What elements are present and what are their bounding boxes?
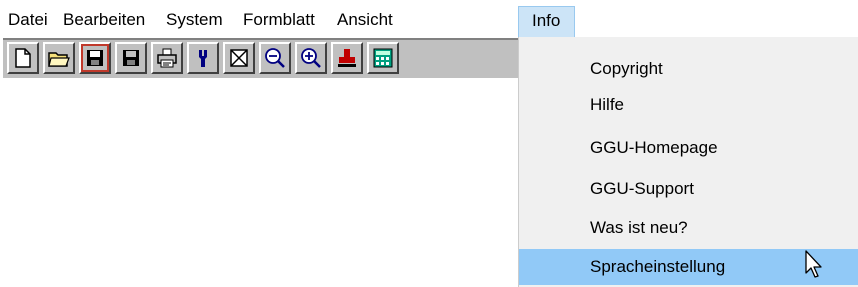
zoom-in-button[interactable] [295,42,327,74]
toolbar-bottom-area [3,78,518,92]
menu-formblatt[interactable]: Formblatt [243,8,315,32]
menu-item-ggu-support[interactable]: GGU-Support [519,171,858,207]
open-button[interactable] [43,42,75,74]
menu-system[interactable]: System [166,8,223,32]
menu-ansicht[interactable]: Ansicht [337,8,393,32]
menu-bearbeiten[interactable]: Bearbeiten [63,8,145,32]
calculator-button[interactable] [367,42,399,74]
crossed-page-button[interactable] [223,42,255,74]
tool-button[interactable] [187,42,219,74]
zoom-out-button[interactable] [259,42,291,74]
menu-item-was-ist-neu[interactable]: Was ist neu? [519,210,858,246]
toolbar [3,38,518,92]
stamp-button[interactable] [331,42,363,74]
new-button[interactable] [7,42,39,74]
toolbar-divider [3,38,518,40]
save-as-button[interactable] [115,42,147,74]
menu-item-copyright[interactable]: Copyright [519,51,858,87]
menu-datei[interactable]: Datei [8,8,48,32]
menu-item-ggu-homepage[interactable]: GGU-Homepage [519,130,858,166]
menu-info[interactable]: Info [518,6,576,38]
mouse-cursor-icon [805,250,823,283]
menu-bar: Datei Bearbeiten System Formblatt Ansich… [0,0,858,38]
save-button[interactable] [79,42,111,74]
menu-item-hilfe[interactable]: Hilfe [519,87,858,123]
print-button[interactable] [151,42,183,74]
